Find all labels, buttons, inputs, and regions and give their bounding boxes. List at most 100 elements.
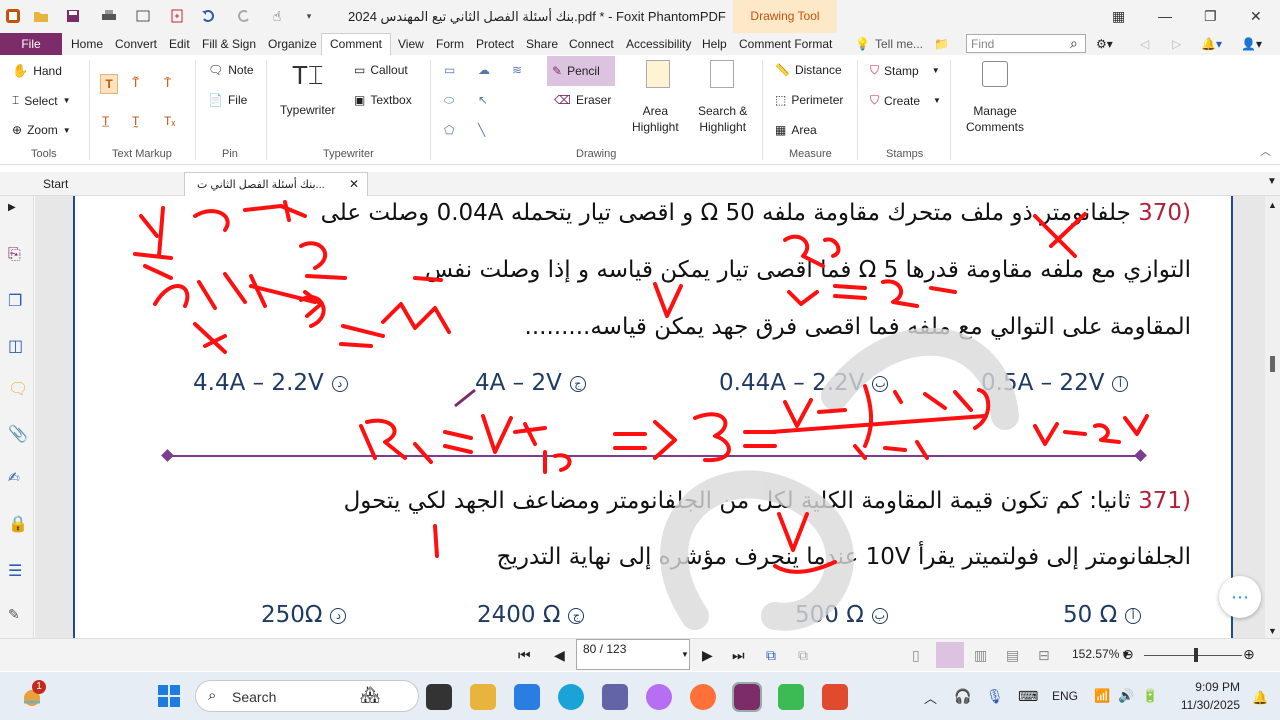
tab-protect[interactable]: Protect [476, 37, 514, 51]
tab-form[interactable]: Form [436, 37, 464, 51]
last-page-icon[interactable]: ⏭ [732, 647, 745, 664]
tools-panel-icon[interactable]: ✎ [8, 606, 28, 626]
previous-page-icon[interactable]: ◀ [554, 647, 565, 664]
search-icon[interactable]: ⌕ [1070, 35, 1078, 52]
drawing-tool-context-tab[interactable]: Drawing Tool [733, 0, 837, 33]
security-lock-icon[interactable]: 🔒 [8, 514, 28, 534]
find-settings-icon[interactable]: ⚙▾ [1096, 37, 1113, 51]
maximize-button[interactable]: ❐ [1204, 8, 1217, 25]
tell-me[interactable]: Tell me... [875, 37, 923, 51]
line-icon[interactable]: ╲ [478, 123, 485, 137]
single-page-icon[interactable]: ▯ [912, 647, 920, 664]
redo-icon[interactable] [234, 7, 252, 25]
zoom-slider[interactable] [1144, 655, 1242, 656]
open-folder-icon[interactable] [32, 7, 50, 25]
tab-fill-sign[interactable]: Fill & Sign [202, 37, 256, 51]
close-button[interactable]: ✕ [1250, 8, 1262, 25]
notification-center-icon[interactable]: 🔔 [1252, 690, 1268, 706]
eraser-button[interactable]: ⌫ Eraser [554, 93, 611, 107]
hand-tool-button[interactable]: ✋ Hand [12, 63, 62, 79]
highlight-text-icon[interactable]: T [100, 74, 118, 94]
typewriter-icon[interactable]: T⌶ [292, 60, 323, 92]
tab-file[interactable]: File [0, 33, 62, 55]
document-tab[interactable]: بنك أسئلة الفصل الثاني ت... ✕ [184, 172, 368, 196]
undo-icon[interactable] [200, 7, 218, 25]
teams-icon[interactable] [602, 684, 628, 710]
clock-date[interactable]: 11/30/2025 [1176, 698, 1240, 712]
microsoft-store-icon[interactable] [514, 684, 540, 710]
typewriter-button[interactable]: Typewriter [280, 103, 335, 117]
file-explorer-icon[interactable] [470, 684, 496, 710]
comments-panel-icon[interactable]: 🗨 [8, 379, 28, 399]
search-highlight-button[interactable]: Search & Highlight [698, 103, 747, 135]
underline-squiggly-text-icon[interactable]: T̃ [132, 76, 139, 90]
tab-comment[interactable]: Comment [321, 33, 391, 56]
bookmarks-icon[interactable]: ⎘ [8, 246, 28, 266]
next-view-icon[interactable]: ⧉ [798, 647, 808, 664]
textbox-button[interactable]: ▣ Textbox [354, 93, 412, 107]
cloud-icon[interactable]: ☁ [478, 63, 490, 77]
previous-view-icon[interactable]: ⧉ [766, 647, 776, 664]
taskbar-search[interactable]: ⌕ Search 🏘 [195, 680, 419, 712]
tab-edit[interactable]: Edit [169, 37, 190, 51]
area-button[interactable]: ▦ Area [775, 123, 817, 137]
window-icon[interactable] [134, 7, 152, 25]
strikeout-text-icon[interactable]: T̄ [164, 76, 171, 90]
page-dropdown-icon[interactable]: ▼ [681, 650, 689, 659]
tab-share[interactable]: Share [526, 37, 558, 51]
area-highlight-button[interactable]: Area Highlight [632, 103, 679, 135]
insert-text-icon[interactable]: Tₓ [164, 114, 175, 128]
pages-icon[interactable]: ❐ [8, 291, 28, 311]
file-attachment-button[interactable]: 📄 File [208, 93, 247, 107]
folder-search-icon[interactable]: 📁 [934, 37, 949, 51]
tab-help[interactable]: Help [702, 37, 727, 51]
callout-button[interactable]: ▭ Callout [354, 63, 408, 77]
first-page-icon[interactable]: ⏮ [518, 647, 531, 664]
content-icon[interactable]: ☰ [8, 561, 28, 581]
zoom-tool-button[interactable]: ⊕ Zoom ▼ [12, 123, 71, 137]
scrollbar-thumb[interactable] [1270, 356, 1275, 372]
scroll-up-icon[interactable]: ▲ [1268, 200, 1277, 210]
arrow-icon[interactable]: ↖ [478, 93, 488, 107]
tab-organize[interactable]: Organize [268, 37, 317, 51]
start-tab[interactable]: Start [30, 172, 180, 196]
battery-icon[interactable]: 🔋 [1142, 688, 1158, 704]
zoom-in-icon[interactable]: ⊕ [1243, 646, 1255, 663]
replace-text-icon[interactable]: T̰ [132, 114, 139, 128]
zoom-slider-thumb[interactable] [1194, 648, 1198, 662]
headset-icon[interactable]: 🎧 [954, 688, 971, 705]
polyline-icon[interactable]: ≋ [512, 63, 522, 77]
find-input[interactable]: Find [966, 34, 1086, 53]
foxit-logo-icon[interactable] [4, 7, 22, 25]
input-language[interactable]: ENG [1052, 689, 1078, 703]
weather-widget-icon[interactable]: 1 [18, 680, 46, 710]
tab-comment-format[interactable]: Comment Format [739, 37, 832, 51]
camtasia-green-icon[interactable] [778, 684, 804, 710]
vertical-scrollbar[interactable]: ▲ ▼ [1265, 196, 1280, 638]
zoom-level[interactable]: 152.57% ▾ [1072, 647, 1129, 661]
select-tool-button[interactable]: ⌶ Select ▼ [12, 93, 70, 108]
volume-icon[interactable]: 🔊 [1118, 688, 1134, 704]
underline-text-icon[interactable]: T̲ [102, 114, 109, 128]
foxit-pdf-taskbar-icon[interactable] [732, 682, 762, 712]
manage-comments-button[interactable]: Manage Comments [960, 103, 1030, 135]
document-viewer[interactable]: (370 جلفانومتر ذو ملف متحرك مقاومة ملفه … [35, 196, 1265, 638]
create-stamp-button[interactable]: ⛉ Create ▼ [870, 93, 941, 108]
area-highlight-icon[interactable] [646, 60, 670, 88]
tab-home[interactable]: Home [71, 37, 103, 51]
attachments-icon[interactable]: 📎 [8, 424, 28, 444]
distance-button[interactable]: 📏 Distance [775, 63, 842, 77]
customize-quick-access-icon[interactable]: ▾ [300, 7, 318, 25]
find-next-icon[interactable]: ▷ [1172, 37, 1181, 51]
camtasia-recorder-icon[interactable] [822, 684, 848, 710]
signature-panel-icon[interactable]: ✍ [8, 469, 28, 489]
firefox-icon[interactable] [690, 684, 716, 710]
search-highlight-icon[interactable] [710, 60, 734, 88]
windows-start-icon[interactable] [157, 684, 181, 708]
pencil-button[interactable]: ✎ Pencil [547, 56, 615, 86]
collapse-ribbon-icon[interactable]: ︿ [1260, 143, 1271, 159]
clock-time[interactable]: 9:09 PM [1184, 680, 1240, 694]
tab-list-dropdown-icon[interactable]: ▼ [1267, 176, 1277, 187]
minimize-button[interactable]: — [1158, 8, 1172, 24]
note-button[interactable]: 🗨 Note [208, 63, 254, 77]
